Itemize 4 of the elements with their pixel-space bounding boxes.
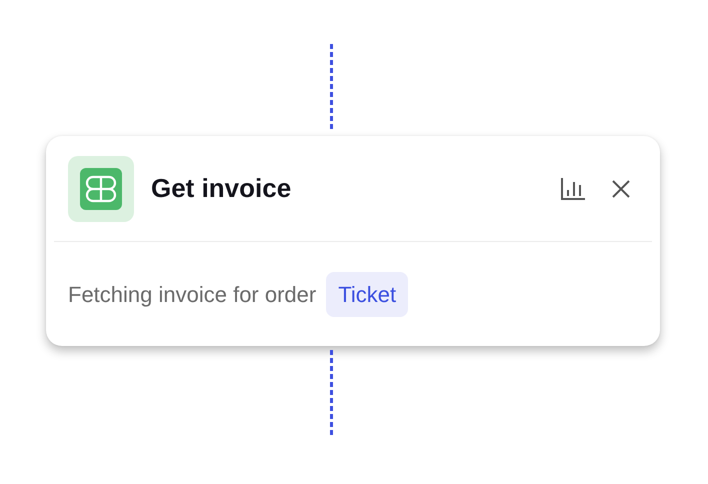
app-icon bbox=[68, 156, 134, 222]
step-title: Get invoice bbox=[151, 172, 292, 205]
ticket-tag: Ticket bbox=[326, 272, 408, 316]
step-description: Fetching invoice for order bbox=[68, 280, 316, 309]
